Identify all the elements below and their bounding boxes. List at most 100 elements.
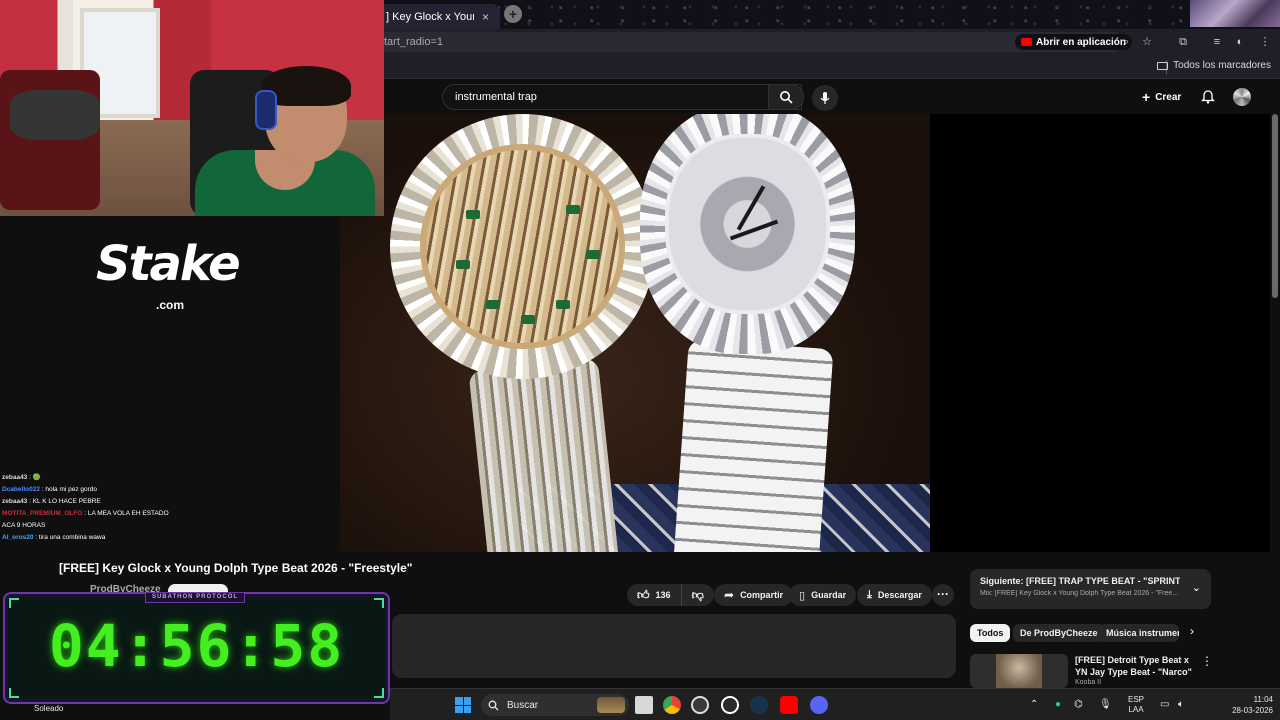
taskbar-clock[interactable]: 11:04 28-03-2026 (1232, 694, 1273, 716)
next-mix-title: Mix: [FREE] Key Glock x Young Dolph Type… (980, 590, 1179, 597)
share-label: Compartir (740, 590, 784, 600)
like-count: 136 (655, 590, 671, 600)
download-label: Descargar (877, 590, 922, 600)
next-video-title: Siguiente: [FREE] TRAP TYPE BEAT - "SPRI… (980, 576, 1180, 586)
new-tab-button[interactable]: + (504, 5, 522, 23)
address-bar[interactable]: tart_radio=1 (384, 32, 1124, 52)
stake-domain: .com (156, 298, 185, 312)
save-button[interactable]: ▯ Guardar (789, 584, 857, 606)
recommended-channel-name[interactable]: Kooba II (1075, 679, 1101, 686)
download-icon: ⤓ (867, 588, 872, 601)
clock-date: 28-03-2026 (1232, 706, 1273, 715)
browser-tab-active[interactable]: ] Key Glock x Young Dolph × (384, 4, 500, 29)
task-view-icon[interactable] (635, 696, 653, 714)
download-button[interactable]: ⤓ Descargar (857, 584, 932, 606)
thumbs-up-icon: 👍︎ (637, 587, 650, 602)
search-icon (780, 91, 793, 104)
chevron-up-icon[interactable]: ⌃ (1030, 699, 1038, 710)
steam-icon[interactable] (750, 696, 768, 714)
plus-icon: + (1142, 89, 1151, 105)
chat-message: zebaa43 : 🟢 (2, 474, 41, 481)
chat-message: Dcabello022 : hola mi pez gordo (2, 486, 98, 493)
obs-icon[interactable] (691, 696, 709, 714)
frame-corner (9, 688, 19, 698)
chevron-down-icon[interactable]: ⌄ (1192, 581, 1201, 594)
open-in-app-label: Abrir en aplicación (1036, 36, 1127, 48)
subathon-timer: SUBATHON PROTOCOL 04:56:58 (3, 592, 390, 704)
watch-bracelet-right (671, 339, 834, 552)
dislike-button[interactable]: 👎︎ (682, 584, 714, 606)
status-dot-icon[interactable]: ● (1055, 699, 1061, 710)
frame-corner (374, 598, 384, 608)
green-jersey (195, 150, 375, 216)
youtube-app-icon (1021, 38, 1032, 46)
headset-icon (255, 90, 277, 130)
search-box[interactable]: × (442, 84, 802, 110)
chip-from-channel[interactable]: De ProdByCheeze (1013, 624, 1105, 642)
chat-message: Al_oros20 : tira una combina wawa (2, 534, 106, 541)
youtube-icon[interactable] (780, 696, 798, 714)
chip-instrumental-music[interactable]: Música instrumental (1099, 624, 1179, 642)
notifications-bell-icon[interactable] (1201, 88, 1215, 104)
media-queue-icon[interactable]: ≡ (1210, 35, 1224, 49)
tab-title: ] Key Glock x Young Dolph (386, 10, 474, 23)
chat-message: zebaa43 : KL K LO HACE PEBRE (2, 498, 101, 505)
bookmarks-bar: Todos los marcadores (384, 55, 1280, 79)
search-button[interactable] (768, 84, 804, 110)
search-input[interactable] (455, 91, 735, 103)
chip-all[interactable]: Todos (970, 624, 1011, 642)
bookmark-star-icon[interactable]: ☆ (1140, 35, 1154, 49)
frame-corner (374, 688, 384, 698)
description-box[interactable] (392, 614, 956, 678)
taskbar-search[interactable]: Buscar (481, 694, 629, 716)
more-actions-button[interactable]: ··· (932, 584, 954, 606)
video-frame[interactable] (340, 114, 930, 552)
create-button[interactable]: + Crear (1142, 89, 1181, 105)
like-button[interactable]: 👍︎ 136 (627, 584, 682, 606)
windows-start-icon[interactable] (455, 697, 471, 713)
frame-corner (9, 598, 19, 608)
timer-label: SUBATHON PROTOCOL (145, 592, 245, 603)
recommended-video-thumbnail[interactable] (970, 654, 1068, 688)
zoom-icon[interactable]: ⌕ (1119, 35, 1133, 49)
all-bookmarks-button[interactable]: Todos los marcadores (1157, 60, 1271, 71)
extensions-icon[interactable]: ⧉ (1176, 35, 1190, 49)
tab-close-icon[interactable]: × (482, 10, 489, 24)
share-button[interactable]: ➦ Compartir (714, 584, 794, 606)
all-bookmarks-label: Todos los marcadores (1173, 60, 1271, 71)
media-player-icon[interactable] (721, 696, 739, 714)
language-indicator[interactable]: ESP LAA (1128, 695, 1144, 715)
watch-bracelet-left (468, 357, 622, 552)
profile-icon[interactable]: ◐ (1233, 35, 1247, 49)
create-label: Crear (1155, 91, 1182, 103)
voice-search-button[interactable] (812, 85, 838, 111)
thumbs-down-icon: 👎︎ (691, 587, 704, 602)
recommended-video-title[interactable]: [FREE] Detroit Type Beat x YN Jay Type B… (1075, 654, 1193, 678)
weather-status: Soleado (34, 704, 64, 713)
network-icon[interactable]: ⌬ (1074, 699, 1083, 710)
browser-menu-icon[interactable]: ⋮ (1258, 35, 1272, 49)
stake-sponsor-logo: Stake .com (96, 236, 256, 316)
account-avatar[interactable] (1233, 88, 1251, 106)
stake-wordmark: Stake (96, 236, 241, 292)
chat-message: ACA 9 HORAS (2, 522, 46, 529)
chrome-icon[interactable] (663, 696, 681, 714)
browser-tab-strip: ] Key Glock x Young Dolph × + (384, 0, 1280, 29)
recommended-menu-icon[interactable]: ⋮ (1201, 654, 1213, 668)
save-label: Guardar (811, 590, 847, 600)
taskbar-search-label: Buscar (507, 699, 539, 711)
window-profile-image (1190, 0, 1280, 27)
url-text: tart_radio=1 (384, 36, 444, 48)
like-dislike-group: 👍︎ 136 👎︎ (627, 584, 714, 606)
volume-icon[interactable]: 🔈︎ (1178, 699, 1184, 710)
microphone-icon[interactable]: 🎙︎ (1099, 699, 1112, 710)
open-in-app-button[interactable]: Abrir en aplicación (1015, 34, 1133, 50)
autoplay-next-card[interactable]: Siguiente: [FREE] TRAP TYPE BEAT - "SPRI… (970, 569, 1211, 609)
display-icon[interactable]: ▭ (1160, 699, 1169, 710)
chevron-right-icon[interactable]: › (1190, 624, 1194, 638)
youtube-masthead: × + Crear (384, 80, 1280, 114)
search-icon (488, 700, 499, 710)
discord-icon[interactable] (810, 696, 828, 714)
stream-chat: zebaa43 : 🟢 Dcabello022 : hola mi pez go… (2, 472, 202, 544)
page-scrollbar[interactable] (1272, 114, 1278, 298)
